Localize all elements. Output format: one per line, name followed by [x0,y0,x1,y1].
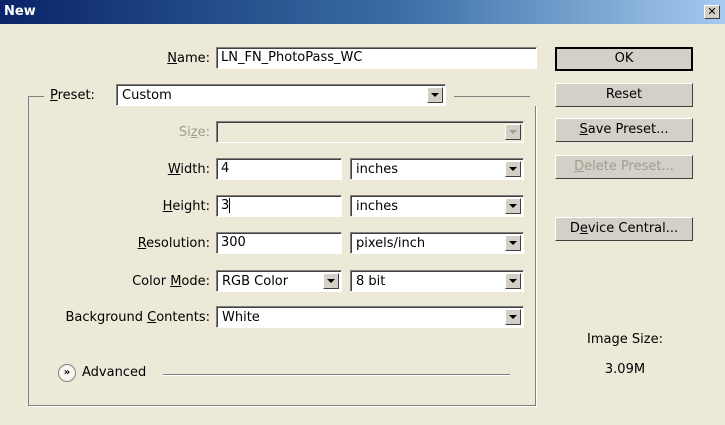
height-unit-select[interactable]: inches [350,195,524,217]
resolution-unit-select[interactable]: pixels/inch [350,232,524,254]
chevron-down-icon[interactable] [505,198,521,214]
advanced-divider [163,374,510,375]
close-button[interactable]: ✕ [704,5,720,19]
preset-label: Preset: [50,88,95,103]
chevron-down-icon[interactable] [505,235,521,251]
chevron-down-icon [505,124,521,140]
bit-depth-value: 8 bit [356,274,386,289]
resolution-input[interactable]: 300 [216,232,342,254]
chevron-down-icon[interactable] [427,87,443,103]
color-mode-select[interactable]: RGB Color [216,270,342,292]
preset-select[interactable]: Custom [116,84,446,106]
title-bar[interactable]: New ✕ [0,0,725,24]
device-central-button[interactable]: Device Central... [555,217,693,241]
width-input[interactable]: 4 [216,158,342,180]
size-label: Size: [178,125,210,140]
width-unit-select[interactable]: inches [350,158,524,180]
close-icon: ✕ [707,5,717,18]
color-mode-value: RGB Color [222,274,289,289]
width-label: Width: [167,162,210,177]
delete-preset-button[interactable]: Delete Preset... [555,155,693,179]
width-unit-value: inches [356,162,399,177]
name-label: Name: [167,51,210,66]
chevron-down-icon[interactable] [323,273,339,289]
new-document-dialog: Name: LN_FN_PhotoPass_WC Preset: Custom … [0,24,725,425]
chevron-down-icon[interactable] [505,273,521,289]
preset-value: Custom [122,88,172,103]
color-mode-label: Color Mode: [132,274,210,289]
resolution-label: Resolution: [137,236,210,251]
text-caret [229,198,231,213]
expand-advanced-icon[interactable]: » [58,364,76,382]
reset-button[interactable]: Reset [555,83,693,107]
name-input[interactable]: LN_FN_PhotoPass_WC [216,47,537,69]
image-size-value: 3.09M [604,362,646,377]
advanced-label[interactable]: Advanced [82,365,146,380]
bit-depth-select[interactable]: 8 bit [350,270,524,292]
height-unit-value: inches [356,199,399,214]
resolution-unit-value: pixels/inch [356,236,426,251]
ok-button[interactable]: OK [555,47,693,71]
height-input[interactable]: 3 [216,195,342,217]
window-title: New [4,4,36,19]
chevron-down-icon[interactable] [505,161,521,177]
height-label: Height: [162,199,210,214]
chevron-down-icon[interactable] [505,309,521,325]
background-contents-select[interactable]: White [216,306,524,328]
image-size-label: Image Size: [587,332,663,347]
background-contents-value: White [222,310,260,325]
size-select[interactable] [216,121,524,143]
background-contents-label: Background Contents: [65,310,210,325]
save-preset-button[interactable]: Save Preset... [555,118,693,142]
